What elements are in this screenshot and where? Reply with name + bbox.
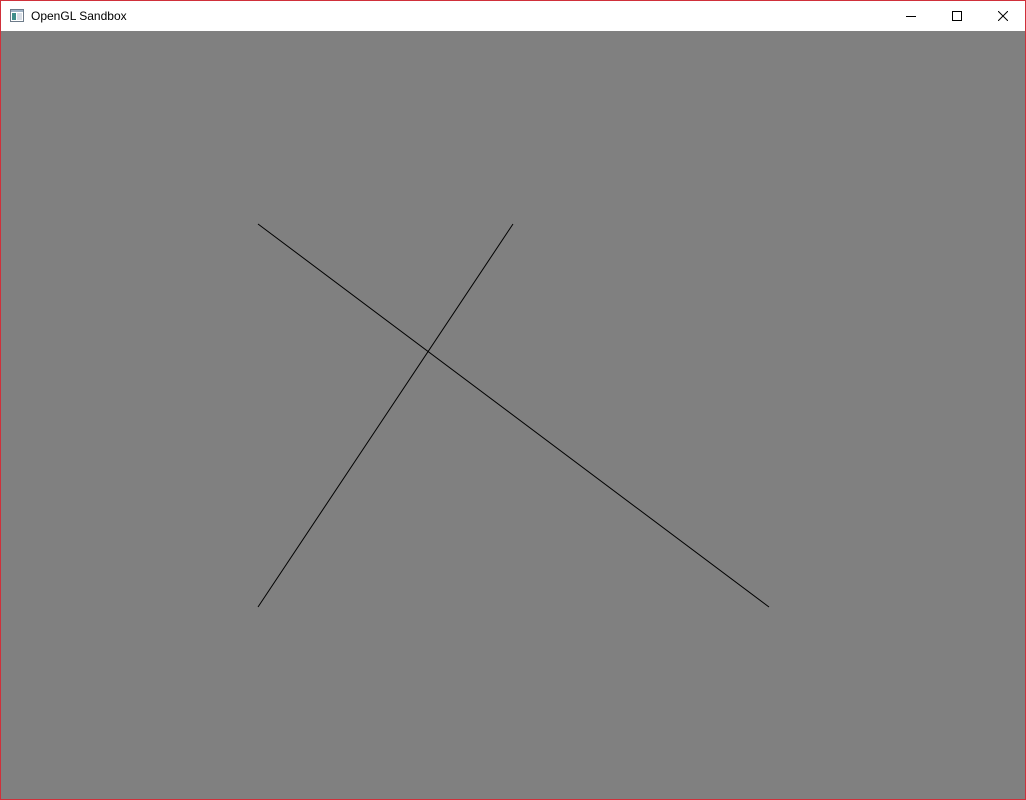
maximize-icon [952,11,962,21]
app-window: OpenGL Sandbox [0,0,1026,800]
minimize-button[interactable] [888,1,934,31]
line-diagonal-down [257,223,770,608]
close-button[interactable] [980,1,1026,31]
line-diagonal-up [257,223,514,608]
maximize-button[interactable] [934,1,980,31]
window-title: OpenGL Sandbox [31,9,127,23]
window-app-icon [10,9,24,22]
opengl-viewport[interactable] [1,31,1025,799]
title-bar[interactable]: OpenGL Sandbox [1,1,1025,31]
minimize-icon [906,11,916,21]
close-icon [998,11,1008,21]
